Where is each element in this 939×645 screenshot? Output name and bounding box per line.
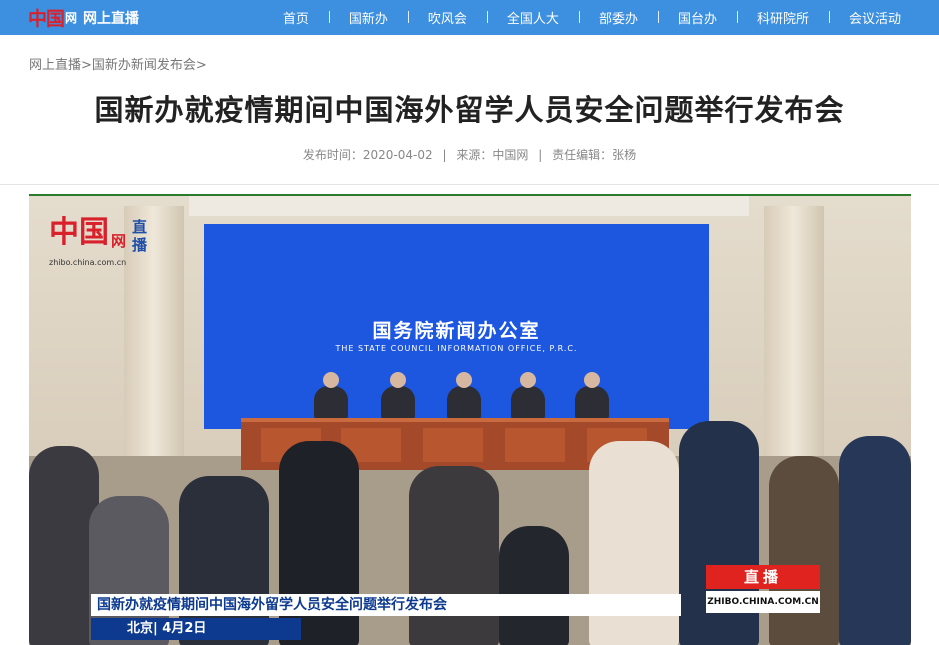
audience-figure	[409, 466, 499, 645]
live-video-player[interactable]: 国务院新闻办公室 THE STATE COUNCIL INFORMATION O…	[29, 194, 911, 645]
backdrop-screen-title: 国务院新闻办公室	[372, 320, 541, 342]
meta-separator: |	[442, 148, 447, 162]
nav-item-home[interactable]: 首页	[263, 8, 329, 27]
site-logo[interactable]: 中国 网 网上直播	[28, 3, 139, 32]
video-watermark: 中国 网 直播	[49, 215, 148, 255]
breadcrumb: 网上直播> 国新办新闻发布会>	[29, 54, 207, 73]
article-source: 来源：中国网	[456, 148, 529, 162]
article-meta: 发布时间：2020-04-02 | 来源：中国网 | 责任编辑：张杨	[0, 146, 939, 163]
watermark-logo: 中国	[49, 215, 109, 250]
audience-figure	[499, 526, 569, 645]
nav-item-scio[interactable]: 国新办	[328, 8, 408, 27]
meta-separator: |	[538, 148, 543, 162]
video-ceiling	[189, 196, 749, 216]
publish-time: 发布时间：2020-04-02	[302, 148, 433, 162]
article-editor: 责任编辑：张杨	[552, 148, 637, 162]
nav-item-research[interactable]: 科研院所	[736, 8, 829, 27]
speaker-figure	[381, 372, 415, 420]
video-caption: 国新办就疫情期间中国海外留学人员安全问题举行发布会	[91, 594, 681, 616]
nav-item-ministries[interactable]: 部委办	[578, 8, 658, 27]
logo-sub: 网	[65, 11, 78, 25]
breadcrumb-scio-press[interactable]: 国新办新闻发布会>	[92, 54, 207, 73]
audience-figure	[769, 456, 839, 645]
nav-item-npc[interactable]: 全国人大	[486, 8, 579, 27]
nav-item-events[interactable]: 会议活动	[828, 8, 921, 27]
breadcrumb-live[interactable]: 网上直播>	[29, 54, 92, 73]
main-nav: 首页 国新办 吹风会 全国人大 部委办 国台办 科研院所 会议活动	[263, 0, 921, 35]
live-badge: 直播	[706, 565, 820, 589]
top-nav-bar: 中国 网 网上直播 首页 国新办 吹风会 全国人大 部委办 国台办 科研院所 会…	[0, 0, 939, 35]
speaker-figure	[314, 372, 348, 420]
header-divider	[0, 184, 939, 185]
watermark-live: 直播	[132, 218, 148, 254]
speaker-figure	[447, 372, 481, 420]
watermark-url: zhibo.china.com.cn	[49, 258, 127, 267]
live-url-banner: ZHIBO.CHINA.COM.CN	[706, 591, 820, 613]
nav-item-taiwan-office[interactable]: 国台办	[657, 8, 737, 27]
watermark-wang: 网	[111, 232, 127, 250]
logo-section-text: 网上直播	[83, 10, 140, 27]
logo-mark: 中国	[28, 8, 65, 30]
video-caption-date: 北京| 4月2日	[91, 618, 301, 640]
backdrop-screen-subtitle: THE STATE COUNCIL INFORMATION OFFICE, P.…	[335, 344, 578, 353]
audience-figure	[839, 436, 911, 645]
nav-item-briefing[interactable]: 吹风会	[407, 8, 487, 27]
speaker-figure	[511, 372, 545, 420]
page-title: 国新办就疫情期间中国海外留学人员安全问题举行发布会	[94, 93, 845, 127]
speaker-figure	[575, 372, 609, 420]
